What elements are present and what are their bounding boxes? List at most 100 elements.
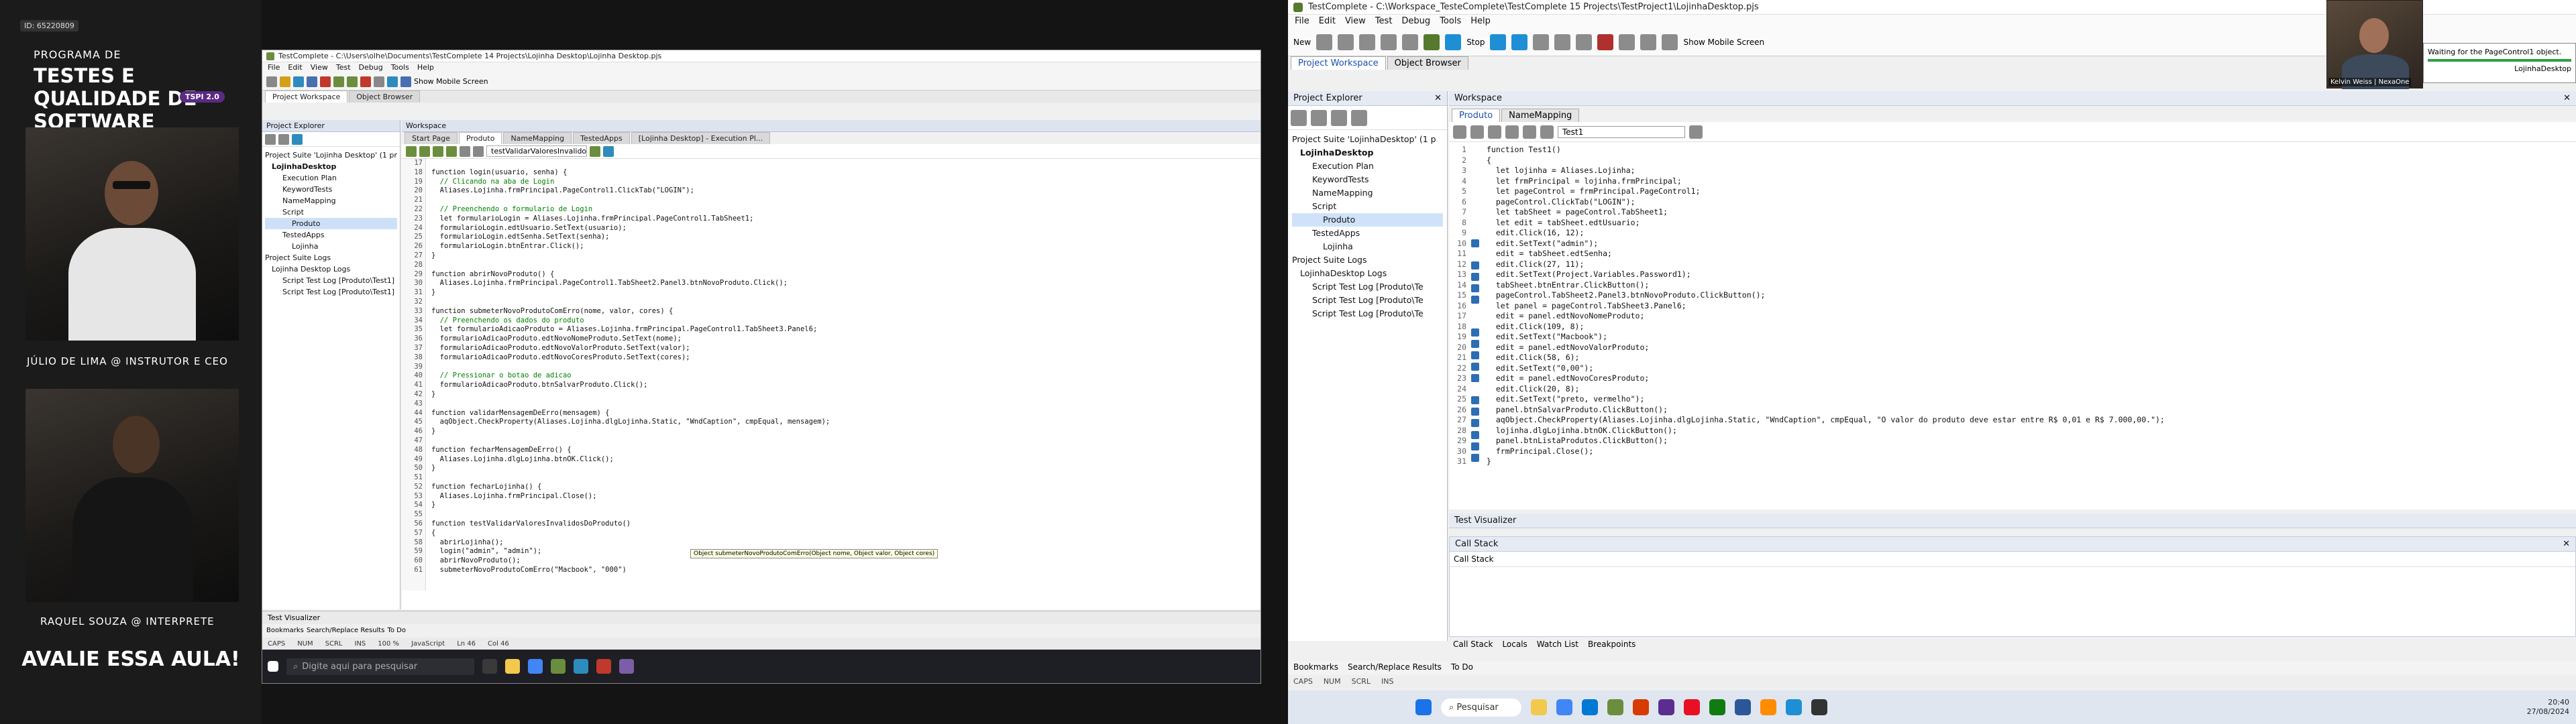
tab-object-browser[interactable]: Object Browser <box>349 90 421 103</box>
tree-item[interactable]: Script Test Log [Produto\Test1] <box>265 275 397 286</box>
add-icon[interactable] <box>1381 34 1397 50</box>
checkpoint-marker-icon[interactable] <box>1471 239 1481 250</box>
tree-item[interactable]: Produto <box>1292 213 1443 227</box>
windows-start-icon[interactable] <box>1415 699 1432 715</box>
code-line[interactable] <box>431 261 1260 270</box>
object-spy-icon[interactable] <box>1619 34 1635 50</box>
debug-icon[interactable] <box>1597 34 1614 50</box>
open-icon[interactable] <box>280 76 290 87</box>
app-icon[interactable] <box>619 659 634 674</box>
save-icon[interactable] <box>293 76 304 87</box>
menu-test[interactable]: Test <box>1375 16 1393 27</box>
tab-object-browser[interactable]: Object Browser <box>1387 56 1468 70</box>
checkpoint-marker-icon[interactable] <box>1471 261 1481 272</box>
code-line[interactable] <box>431 363 1260 372</box>
routine-selector[interactable]: Test1 <box>1558 125 1685 138</box>
code-line[interactable]: panel.btnSalvarProduto.ClickButton(); <box>1487 405 2576 416</box>
code-line[interactable]: // Preenchendo os dados do produto <box>431 316 1260 326</box>
menu-view[interactable]: View <box>311 63 328 72</box>
tree-item[interactable]: NameMapping <box>265 195 397 206</box>
indent-icon[interactable] <box>1453 125 1466 139</box>
checkpoint-marker-icon[interactable] <box>1471 454 1481 465</box>
code-line[interactable]: formularioLogin.edtSenha.SetText(senha); <box>431 233 1260 242</box>
close-icon[interactable]: ✕ <box>2563 539 2570 549</box>
back-icon[interactable] <box>460 145 470 157</box>
checkpoint-marker-icon[interactable] <box>1471 419 1481 430</box>
tab-namemapping[interactable]: NameMapping <box>1501 109 1580 122</box>
comment-icon[interactable] <box>433 145 443 157</box>
tree-item[interactable]: Execution Plan <box>265 172 397 184</box>
code-line[interactable]: function Test1() <box>1487 145 2576 156</box>
taskbar-search[interactable]: ⌕ Pesquisar <box>1441 698 1521 717</box>
tree-item[interactable]: Execution Plan <box>1292 160 1443 173</box>
gutter-cell[interactable] <box>1471 156 1481 166</box>
tree-item[interactable]: Script Test Log [Produto\Te <box>1292 294 1443 307</box>
gutter-cell[interactable] <box>1471 186 1481 197</box>
menu-edit[interactable]: Edit <box>288 63 302 72</box>
checkpoint-marker-icon[interactable] <box>1471 284 1481 295</box>
breakpoint-gutter[interactable] <box>1469 145 1481 477</box>
run-routine-icon[interactable] <box>1689 125 1703 139</box>
stop-button[interactable]: Stop <box>1466 38 1485 47</box>
app-icon[interactable] <box>596 659 611 674</box>
menu-debug[interactable]: Debug <box>1401 16 1430 27</box>
close-icon[interactable]: ✕ <box>2563 93 2571 103</box>
app-icon[interactable] <box>1658 699 1674 715</box>
format-icon[interactable] <box>1576 34 1593 50</box>
app-icon[interactable] <box>1684 699 1700 715</box>
code-line[interactable]: edit.SetText("admin"); <box>1487 239 2576 249</box>
code-line[interactable]: pageControl.ClickTab("LOGIN"); <box>1487 197 2576 208</box>
code-line[interactable] <box>431 298 1260 307</box>
gutter-cell[interactable] <box>1471 145 1481 156</box>
terminal-icon[interactable] <box>1811 699 1827 715</box>
stop-square-icon[interactable] <box>1445 34 1462 50</box>
code-line[interactable]: edit.Click(16, 12); <box>1487 228 2576 239</box>
close-icon[interactable]: ✕ <box>1434 93 1442 103</box>
code-line[interactable]: let pageControl = frmPrincipal.PageContr… <box>1487 186 2576 197</box>
tree-item[interactable]: LojinhaDesktop Logs <box>1292 267 1443 280</box>
code-line[interactable]: function fecharLojinha() { <box>431 483 1260 492</box>
code-line[interactable]: { <box>1487 156 2576 166</box>
windows-start-icon[interactable] <box>268 661 278 672</box>
tab-todo[interactable]: To Do <box>387 627 406 636</box>
forward-icon[interactable] <box>1540 125 1554 139</box>
code-line[interactable]: edit.Click(58, 6); <box>1487 353 2576 363</box>
code-line[interactable]: function validarMensagemDeErro(mensagem)… <box>431 409 1260 418</box>
app-icon[interactable] <box>1735 699 1751 715</box>
right-code-editor[interactable]: 1 2 3 4 5 6 7 8 9 10 11 12 13 14 15 16 17 18 19 20 21 22 23 24 2… <box>1449 142 2576 477</box>
checkpoint-marker-icon[interactable] <box>1471 396 1481 407</box>
code-line[interactable]: function login(usuario, senha) { <box>431 168 1260 178</box>
gutter-cell[interactable] <box>1471 475 1481 485</box>
code-line[interactable]: function abrirNovoProduto() { <box>431 270 1260 280</box>
record-icon[interactable] <box>360 76 371 87</box>
search-icon[interactable] <box>1351 109 1367 126</box>
code-line[interactable]: function submeterNovoProdutoComErro(nome… <box>431 307 1260 316</box>
code-line[interactable] <box>431 436 1260 446</box>
test-visualizer-bar[interactable]: Test Visualizer <box>262 611 1260 624</box>
app-icon[interactable] <box>574 659 588 674</box>
tree-item[interactable]: Project Suite 'Lojinha Desktop' (1 proje… <box>265 149 397 161</box>
tab-locals[interactable]: Locals <box>1502 640 1527 650</box>
code-area[interactable]: function Test1(){ let lojinha = Aliases.… <box>1481 145 2576 477</box>
checkpoint-marker-icon[interactable] <box>1471 351 1481 362</box>
tree-item[interactable]: Script <box>1292 200 1443 213</box>
outdent-icon[interactable] <box>419 145 430 157</box>
save-icon[interactable] <box>1338 34 1354 50</box>
code-line[interactable]: edit.SetText("preto, vermelho"); <box>1487 394 2576 405</box>
code-line[interactable]: submeterNovoProdutoComErro("Macbook", "0… <box>431 566 1260 575</box>
open-icon[interactable] <box>1316 34 1333 50</box>
tree-item[interactable]: Script Test Log [Produto\Te <box>1292 280 1443 294</box>
file-explorer-icon[interactable] <box>1531 699 1547 715</box>
tab-search-replace[interactable]: Search/Replace Results <box>307 627 385 636</box>
code-line[interactable]: } <box>431 390 1260 400</box>
code-line[interactable]: let panel = pageControl.TabSheet3.Panel6… <box>1487 301 2576 312</box>
code-line[interactable]: } <box>1487 457 2576 467</box>
code-line[interactable] <box>431 473 1260 483</box>
code-line[interactable]: aqObject.CheckProperty(Aliases.Lojinha.d… <box>1487 415 2576 426</box>
code-area[interactable]: function login(usuario, senha) { // Clic… <box>426 159 1260 591</box>
system-clock[interactable]: 20:40 27/08/2024 <box>2527 698 2569 717</box>
tab-call-stack[interactable]: Call Stack <box>1453 640 1493 650</box>
tree-item[interactable]: Project Suite 'LojinhaDesktop' (1 p <box>1292 133 1443 146</box>
uncomment-icon[interactable] <box>446 145 457 157</box>
checkpoint-marker-icon[interactable] <box>1471 273 1481 284</box>
